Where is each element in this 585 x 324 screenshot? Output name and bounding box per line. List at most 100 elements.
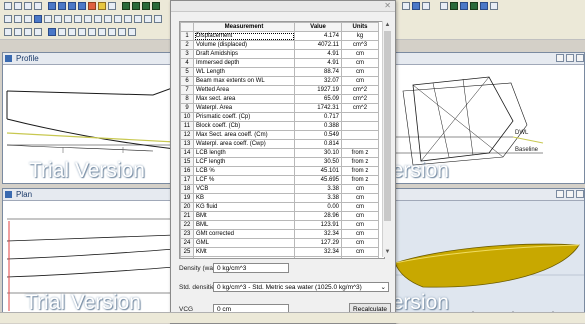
minimize-icon[interactable] bbox=[556, 190, 564, 198]
maximize-icon[interactable] bbox=[566, 54, 574, 62]
table-row[interactable]: 23 GMt corrected 32.34 cm bbox=[180, 229, 379, 239]
select-all-icon[interactable] bbox=[14, 28, 22, 36]
scale-icon[interactable] bbox=[84, 15, 92, 23]
table-row[interactable]: 17 LCF % 45.695 from z bbox=[180, 175, 379, 185]
open-icon[interactable] bbox=[14, 2, 22, 10]
select-icon[interactable] bbox=[412, 2, 420, 10]
buttock-icon[interactable] bbox=[78, 28, 86, 36]
table-row[interactable]: 5 WL Length 88.74 cm bbox=[180, 67, 379, 77]
extend-icon[interactable] bbox=[154, 15, 162, 23]
render-icon[interactable] bbox=[88, 2, 96, 10]
new-icon[interactable] bbox=[4, 2, 12, 10]
section-icon[interactable] bbox=[58, 28, 66, 36]
mesh-icon[interactable] bbox=[132, 2, 140, 10]
measurements-table-container[interactable]: Measurement Value Units 1 Displacement 4.1… bbox=[179, 21, 385, 259]
line-icon[interactable] bbox=[4, 15, 12, 23]
close-icon[interactable] bbox=[576, 54, 584, 62]
table-row[interactable]: 20 KG fluid 0.00 cm bbox=[180, 202, 379, 212]
undo-icon[interactable] bbox=[24, 2, 32, 10]
snap-icon[interactable] bbox=[124, 15, 132, 23]
view-options-icon[interactable] bbox=[490, 2, 498, 10]
waterline-icon[interactable] bbox=[88, 28, 96, 36]
std-densities-select[interactable]: 0 kg/cm^3 - Std. Metric sea water (1025.… bbox=[213, 282, 389, 292]
frame-icon[interactable] bbox=[4, 28, 12, 36]
contour-icon[interactable] bbox=[108, 28, 116, 36]
trim-icon[interactable] bbox=[134, 15, 142, 23]
table-row[interactable]: 25 KMt 32.34 cm bbox=[180, 247, 379, 257]
rotate-icon[interactable] bbox=[74, 15, 82, 23]
table-row[interactable]: 2 Volume (displaced) 4072.11 cm^3 bbox=[180, 40, 379, 50]
bond-icon[interactable] bbox=[104, 15, 112, 23]
table-row[interactable]: 18 VCB 3.38 cm bbox=[180, 184, 379, 194]
arrow-icon[interactable] bbox=[14, 15, 22, 23]
scroll-up-icon[interactable]: ▲ bbox=[383, 21, 392, 30]
pan-icon[interactable] bbox=[108, 2, 116, 10]
table-row[interactable]: 6 Beam max extents on WL 32.07 cm bbox=[180, 76, 379, 86]
light-icon[interactable] bbox=[98, 2, 106, 10]
table-row[interactable]: 8 Max sect. area 65.09 cm^2 bbox=[180, 94, 379, 104]
close-icon[interactable] bbox=[576, 190, 584, 198]
station-icon[interactable] bbox=[68, 28, 76, 36]
table-row[interactable]: 21 BMt 28.96 cm bbox=[180, 211, 379, 221]
zoom-all-icon[interactable] bbox=[78, 2, 86, 10]
hide-icon[interactable] bbox=[24, 28, 32, 36]
plan-view-panel[interactable]: Plan Trial Version bbox=[2, 188, 176, 316]
table-row[interactable]: 24 GML 127.29 cm bbox=[180, 238, 379, 248]
add-surface-icon[interactable] bbox=[94, 15, 102, 23]
view-plan-icon[interactable] bbox=[460, 2, 468, 10]
table-row[interactable]: 22 BML 123.91 cm bbox=[180, 220, 379, 230]
zoom-in-icon[interactable] bbox=[48, 2, 56, 10]
copy-icon[interactable] bbox=[44, 15, 52, 23]
show-icon[interactable] bbox=[34, 28, 42, 36]
diagonal-icon[interactable] bbox=[98, 28, 106, 36]
unfold-icon[interactable] bbox=[128, 28, 136, 36]
curve-icon[interactable] bbox=[422, 2, 430, 10]
surface-icon[interactable] bbox=[142, 2, 150, 10]
zoom-window-icon[interactable] bbox=[68, 2, 76, 10]
view-perspective-icon[interactable] bbox=[480, 2, 488, 10]
plan-canvas[interactable]: Trial Version bbox=[3, 201, 175, 315]
marker-icon[interactable] bbox=[144, 15, 152, 23]
measure-icon[interactable] bbox=[118, 28, 126, 36]
table-row[interactable]: 15 LCF length 30.50 from z bbox=[180, 157, 379, 167]
view-body-icon[interactable] bbox=[470, 2, 478, 10]
table-row[interactable]: 16 LCB % 45.101 from z bbox=[180, 166, 379, 176]
close-icon[interactable]: ✕ bbox=[384, 1, 391, 10]
window-tile-icon[interactable] bbox=[440, 2, 448, 10]
layer-icon[interactable] bbox=[48, 28, 56, 36]
move-icon[interactable] bbox=[64, 15, 72, 23]
scroll-thumb[interactable] bbox=[384, 31, 391, 221]
table-scrollbar[interactable]: ▲ ▼ bbox=[382, 21, 392, 257]
table-row[interactable]: 9 Waterpl. Area 1742.31 cm^2 bbox=[180, 103, 379, 113]
shade-icon[interactable] bbox=[152, 2, 160, 10]
table-row[interactable]: 3 Draft Amidships 4.91 cm bbox=[180, 49, 379, 59]
table-row[interactable]: 4 Immersed depth 4.91 cm bbox=[180, 58, 379, 68]
table-row[interactable]: 19 KB 3.38 cm bbox=[180, 193, 379, 203]
table-row[interactable]: 13 Waterpl. area coeff. (Cwp) 0.814 bbox=[180, 139, 379, 149]
zoom-out-icon[interactable] bbox=[58, 2, 66, 10]
table-row[interactable]: 1 Displacement 4.174 kg bbox=[180, 31, 379, 41]
table-row[interactable]: 26KML127.29cm bbox=[180, 256, 379, 258]
table-row[interactable]: 10 Prismatic coeff. (Cp) 0.717 bbox=[180, 112, 379, 122]
table-row[interactable]: 12 Max Sect. area coeff. (Cm) 0.549 bbox=[180, 130, 379, 140]
delete-icon[interactable] bbox=[114, 15, 122, 23]
redo-icon[interactable] bbox=[34, 2, 42, 10]
table-row[interactable]: 11 Block coeff. (Cb) 0.388 bbox=[180, 121, 379, 131]
polyline-icon[interactable] bbox=[24, 15, 32, 23]
scroll-down-icon[interactable]: ▼ bbox=[383, 248, 392, 257]
minimize-icon[interactable] bbox=[556, 54, 564, 62]
curvature-icon[interactable] bbox=[402, 2, 410, 10]
grid-icon[interactable] bbox=[122, 2, 130, 10]
maximize-icon[interactable] bbox=[566, 190, 574, 198]
view-profile-icon[interactable] bbox=[450, 2, 458, 10]
table-row[interactable]: 14 LCB length 30.10 from z bbox=[180, 148, 379, 158]
perspective-view-panel[interactable]: Trial Version bbox=[392, 188, 585, 316]
mirror-icon[interactable] bbox=[54, 15, 62, 23]
density-input[interactable]: 0 kg/cm^3 bbox=[213, 263, 289, 273]
bodyplan-canvas[interactable]: DWL Baseline Trial Version bbox=[393, 65, 584, 183]
profile-canvas[interactable]: Trial Version bbox=[3, 65, 175, 183]
control-point-icon[interactable] bbox=[34, 15, 42, 23]
table-row[interactable]: 7 Wetted Area 1927.19 cm^2 bbox=[180, 85, 379, 95]
bodyplan-view-panel[interactable]: DWL Baseline Trial Version bbox=[392, 52, 585, 184]
profile-view-panel[interactable]: Profile Trial Version bbox=[2, 52, 176, 184]
